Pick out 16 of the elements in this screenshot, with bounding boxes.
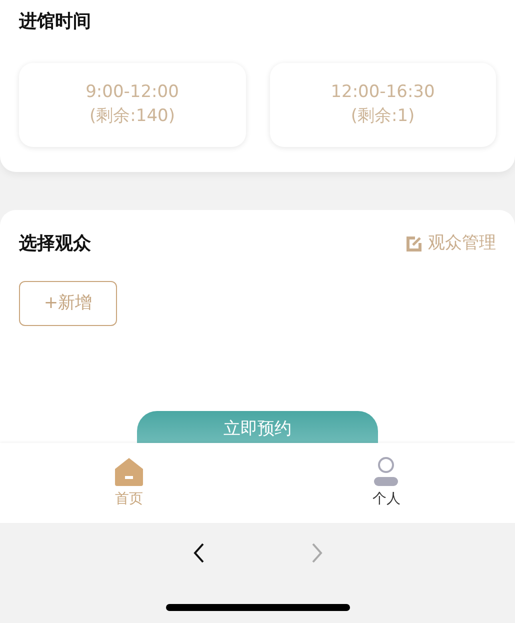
time-range: 9:00-12:00 <box>86 81 179 104</box>
time-range: 12:00-16:30 <box>330 81 435 104</box>
manage-link[interactable]: 观众管理 <box>406 230 496 256</box>
edit-icon <box>406 236 422 252</box>
section-title: 进馆时间 <box>19 10 92 34</box>
tab-bar-item[interactable]: 个人 <box>258 443 515 523</box>
time-slot-card[interactable]: 12:00-16:30 (剩余:1) <box>270 63 496 147</box>
tab-bar-item[interactable]: 首页 <box>0 443 258 523</box>
remaining-count: (剩余:140) <box>90 105 175 128</box>
time-slot-card[interactable]: 9:00-12:00 (剩余:140) <box>19 63 246 147</box>
section-title: 选择观众 <box>19 232 91 256</box>
person-icon <box>373 456 400 486</box>
submit-button[interactable]: 立即预约 <box>137 411 378 443</box>
remaining-count: (剩余:1) <box>350 105 415 128</box>
add-button[interactable]: +新增 <box>19 281 117 326</box>
home-icon <box>114 456 144 486</box>
